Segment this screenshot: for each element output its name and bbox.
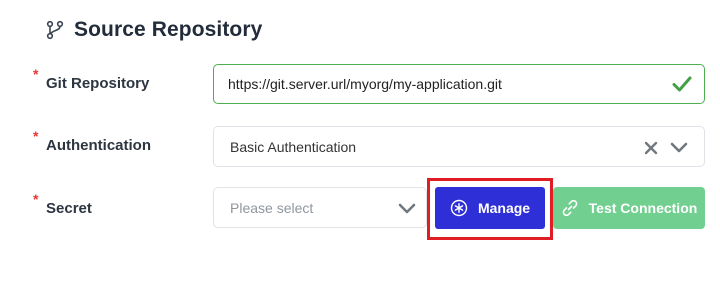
secret-placeholder: Please select bbox=[230, 200, 314, 216]
authentication-label: Authentication bbox=[46, 137, 151, 154]
manage-button-label: Manage bbox=[477, 200, 531, 216]
authentication-value: Basic Authentication bbox=[230, 139, 357, 155]
secret-select[interactable]: Please select bbox=[213, 187, 427, 228]
test-connection-label: Test Connection bbox=[588, 200, 698, 216]
git-repository-label: Git Repository bbox=[46, 75, 150, 92]
chevron-down-icon[interactable] bbox=[398, 203, 416, 215]
manage-button[interactable]: Manage bbox=[435, 187, 545, 229]
link-icon bbox=[562, 199, 578, 217]
git-branch-icon bbox=[46, 20, 64, 40]
test-connection-button[interactable]: Test Connection bbox=[553, 187, 705, 229]
required-marker: * bbox=[33, 191, 39, 207]
secret-label: Secret bbox=[46, 200, 92, 217]
git-repository-input[interactable] bbox=[228, 65, 658, 103]
authentication-select[interactable]: Basic Authentication bbox=[213, 126, 705, 167]
clear-icon[interactable] bbox=[644, 141, 658, 155]
section-title: Source Repository bbox=[74, 18, 263, 41]
asterisk-circle-icon bbox=[450, 199, 468, 217]
chevron-down-icon[interactable] bbox=[670, 142, 688, 154]
required-marker: * bbox=[33, 128, 39, 144]
git-repository-field[interactable] bbox=[213, 64, 705, 104]
required-marker: * bbox=[33, 66, 39, 82]
check-icon bbox=[672, 76, 692, 92]
section-header: Source Repository bbox=[46, 18, 262, 42]
